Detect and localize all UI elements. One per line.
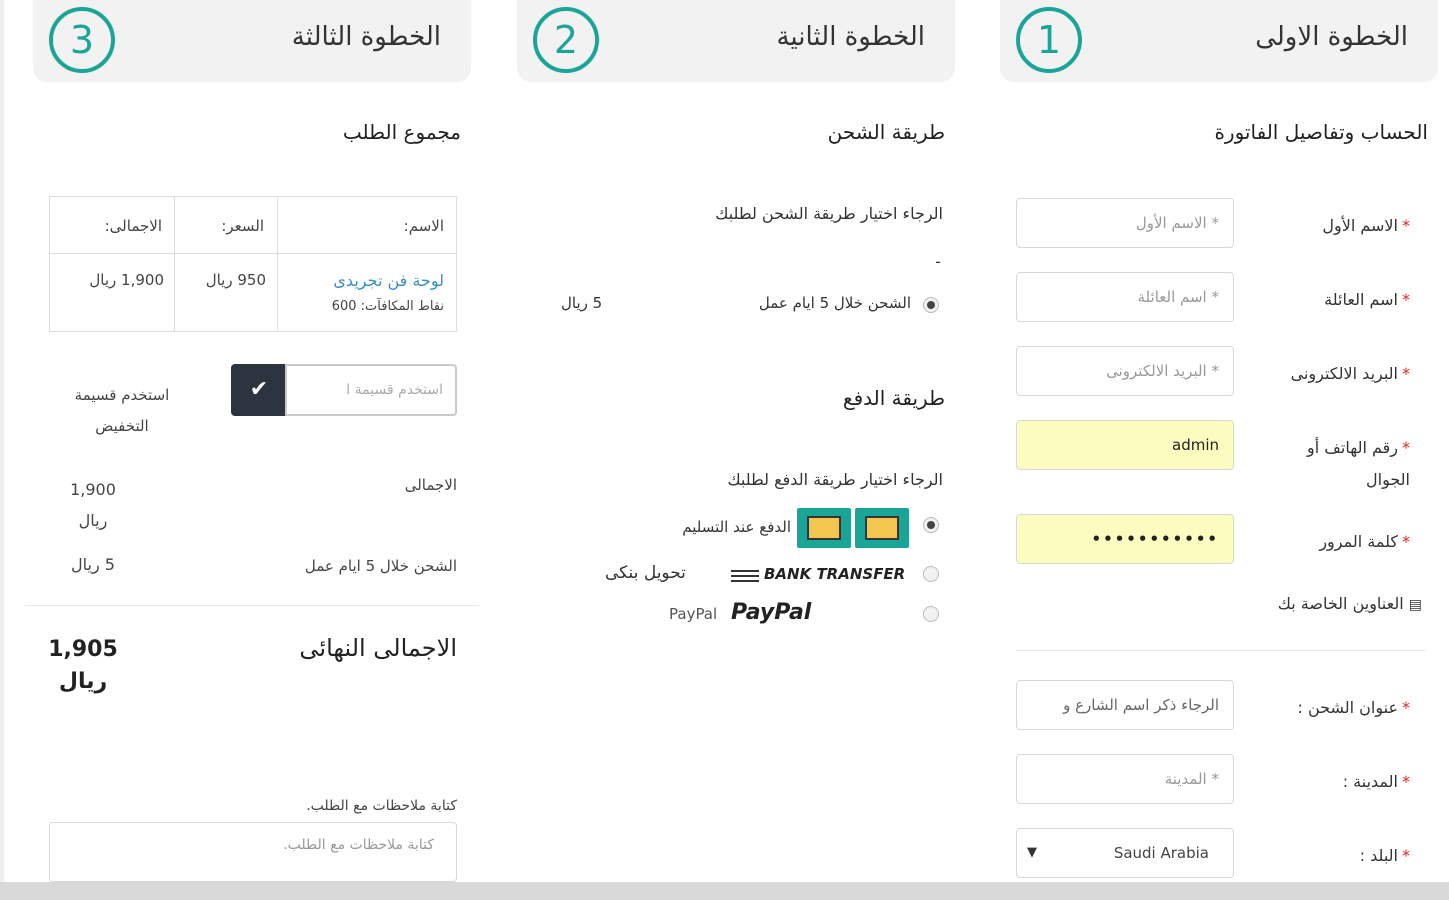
item-total: 1,900 ريال xyxy=(89,271,164,289)
bank-transfer-label: تحويل بنكى xyxy=(605,563,686,583)
shipping-instruction: الرجاء اختيار طريقة الشحن لطلبك xyxy=(715,204,943,223)
summary-shipping-label: الشحن خلال 5 ايام عمل xyxy=(304,557,457,575)
last-name-input[interactable]: * اسم العائلة xyxy=(1016,272,1234,322)
first-name-label: *الاسم الأول xyxy=(1322,216,1410,235)
paypal-radio[interactable] xyxy=(923,606,939,622)
address-book-icon: ▤ xyxy=(1408,597,1422,613)
shipping-option-radio[interactable] xyxy=(923,297,939,313)
step-3-header: 3 الخطوة الثالثة xyxy=(33,0,471,82)
payment-instruction: الرجاء اختيار طريقة الدفع لطلبك xyxy=(727,470,943,489)
order-table: الاسم: السعر: الاجمالى: لوحة فن تجريدى ن… xyxy=(49,196,457,332)
item-price: 950 ريال xyxy=(205,271,266,289)
paypal-label: PayPal xyxy=(669,605,718,623)
table-row-divider xyxy=(50,253,456,254)
first-name-input[interactable]: * الاسم الأول xyxy=(1016,198,1234,248)
country-label: *البلد : xyxy=(1359,846,1410,865)
cod-radio[interactable] xyxy=(923,517,939,533)
summary-divider xyxy=(25,605,479,606)
apply-coupon-button[interactable]: ✔ xyxy=(231,364,287,416)
step-1-number: 1 xyxy=(1016,7,1082,73)
step-1-title: الخطوة الاولى xyxy=(1255,22,1408,52)
order-notes-input[interactable]: كتابة ملاحظات مع الطلب. xyxy=(49,822,457,882)
step-3-title: الخطوة الثالثة xyxy=(291,22,441,52)
shipping-address-input[interactable]: الرجاء ذكر اسم الشارع و xyxy=(1016,680,1234,730)
grand-total-value: 1,905 ريال xyxy=(48,637,118,694)
shipping-address-label: *عنوان الشحن : xyxy=(1297,698,1411,717)
grand-total-label: الاجمالى النهائى xyxy=(299,634,457,662)
bank-transfer-brand: BANK TRANSFER xyxy=(764,565,906,583)
step-2-title: الخطوة الثانية xyxy=(776,22,925,52)
phone-label: *رقم الهاتف أو الجوال xyxy=(1307,438,1410,489)
bank-transfer-radio[interactable] xyxy=(923,566,939,582)
summary-shipping-value: 5 ريال xyxy=(71,555,115,574)
table-header-name: الاسم: xyxy=(403,217,444,235)
coupon-label: استخدم قسيمة التخفيض xyxy=(74,386,170,435)
country-select[interactable]: ▼ Saudi Arabia xyxy=(1016,828,1234,878)
shipping-option-price: 5 ريال xyxy=(561,294,603,312)
bank-lines-icon xyxy=(731,570,759,584)
table-header-price: السعر: xyxy=(221,217,264,235)
email-label: *البريد الالكترونى xyxy=(1290,364,1410,383)
phone-input[interactable]: admin xyxy=(1016,420,1234,470)
check-icon: ✔ xyxy=(249,377,269,402)
order-summary-title: مجموع الطلب xyxy=(342,120,461,144)
item-points: نقاط المكافآت: 600 xyxy=(331,299,444,314)
password-input[interactable]: ••••••••••• xyxy=(1016,514,1234,564)
cod-box-icon xyxy=(855,508,909,548)
section-divider xyxy=(1016,650,1426,651)
coupon-input[interactable]: استخدم قسيمة ا xyxy=(285,364,457,416)
table-header-total: الاجمالى: xyxy=(104,217,162,235)
cod-label: الدفع عند التسليم xyxy=(682,518,791,536)
payment-section-title: طريقة الدفع xyxy=(842,386,945,410)
table-col-divider xyxy=(174,197,175,331)
notes-label: كتابة ملاحظات مع الطلب. xyxy=(306,798,457,814)
shipping-section-title: طريقة الشحن xyxy=(827,120,945,144)
paypal-logo: PayPal xyxy=(731,600,812,625)
step-1-header: 1 الخطوة الاولى xyxy=(1000,0,1438,82)
coupon-group: ✔ استخدم قسيمة ا xyxy=(231,364,457,416)
account-section-title: الحساب وتفاصيل الفاتورة xyxy=(1214,120,1428,144)
my-addresses-link[interactable]: ▤ العناوين الخاصة بك xyxy=(1278,594,1422,613)
table-col-divider xyxy=(277,197,278,331)
shipping-option-label: الشحن خلال 5 ايام عمل xyxy=(758,294,911,312)
email-input[interactable]: * البريد الالكترونى xyxy=(1016,346,1234,396)
step-3-number: 3 xyxy=(49,7,115,73)
subtotal-label: الاجمالى xyxy=(404,476,457,494)
bottom-scrollbar[interactable] xyxy=(0,882,1449,900)
step-2-number: 2 xyxy=(533,7,599,73)
page-edge xyxy=(0,0,4,882)
step-2-header: 2 الخطوة الثانية xyxy=(517,0,955,82)
shipping-dash: - xyxy=(935,252,941,271)
dropdown-arrow-icon: ▼ xyxy=(1027,845,1037,860)
subtotal-value: 1,900 ريال xyxy=(70,480,116,530)
city-input[interactable]: * المدينة xyxy=(1016,754,1234,804)
last-name-label: *اسم العائلة xyxy=(1324,290,1410,309)
cod-truck-icon xyxy=(797,508,851,548)
password-label: *كلمة المرور xyxy=(1319,532,1410,551)
item-name-link[interactable]: لوحة فن تجريدى xyxy=(333,271,444,290)
city-label: *المدينة : xyxy=(1342,772,1410,791)
